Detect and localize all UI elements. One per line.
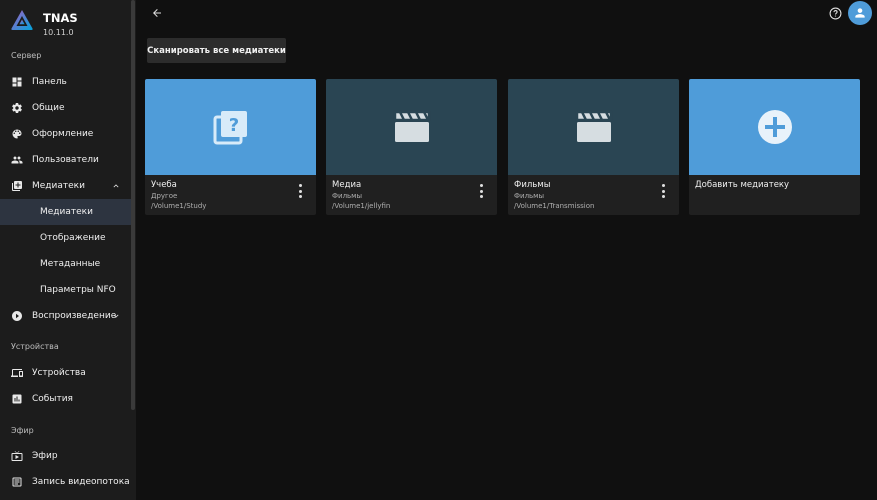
sidebar-item-label: Оформление — [32, 129, 94, 139]
sidebar-item-users[interactable]: Пользователи — [0, 147, 131, 173]
chart-icon — [11, 393, 23, 405]
arrow-back-icon — [153, 9, 161, 17]
library-type: Другое — [151, 192, 178, 200]
sidebar-item-label: События — [32, 394, 73, 404]
sidebar-item-metadata[interactable]: Метаданные — [0, 251, 131, 277]
sidebar-item-label: Отображение — [40, 233, 106, 243]
unknown-library-icon: ? — [213, 111, 247, 145]
settings-gear-icon — [11, 102, 23, 114]
library-card[interactable]: ? Учеба Другое /Volume1/Study — [145, 79, 316, 215]
library-card[interactable]: Медиа Фильмы /Volume1/jellyfin — [326, 79, 497, 215]
sidebar-item-label: Запись видеопотока — [32, 477, 130, 487]
more-vert-icon[interactable] — [478, 184, 484, 198]
sidebar-item-label: Устройства — [32, 368, 86, 378]
jellyfin-logo-icon — [11, 10, 33, 30]
sidebar-item-dvr[interactable]: Запись видеопотока — [0, 469, 131, 495]
server-version: 10.11.0 — [43, 28, 74, 37]
section-label-live: Эфир — [11, 426, 34, 435]
add-circle-icon — [757, 110, 792, 144]
sidebar-item-activity[interactable]: События — [0, 386, 131, 412]
sidebar-item-label: Панель — [32, 77, 67, 87]
sidebar-item-dashboard[interactable]: Панель — [0, 69, 131, 95]
scan-all-libraries-button[interactable]: Сканировать все медиатеки — [147, 38, 286, 63]
sidebar-item-label: Медиатеки — [32, 181, 85, 191]
sidebar-item-libraries[interactable]: Медиатеки — [0, 173, 131, 199]
library-path: /Volume1/Transmission — [514, 202, 595, 210]
help-button[interactable] — [829, 5, 845, 21]
library-add-icon — [11, 180, 23, 192]
dashboard-icon — [11, 76, 23, 88]
sidebar-item-playback[interactable]: Воспроизведение — [0, 303, 131, 329]
library-type: Фильмы — [332, 192, 362, 200]
library-card[interactable]: Фильмы Фильмы /Volume1/Transmission — [508, 79, 679, 215]
library-title: Учеба — [151, 180, 177, 190]
sidebar-item-label: Пользователи — [32, 155, 99, 165]
movie-clapperboard-icon — [393, 110, 430, 142]
chevron-up-icon — [111, 181, 121, 191]
devices-icon — [11, 367, 23, 379]
palette-icon — [11, 128, 23, 140]
user-avatar-button[interactable] — [848, 1, 872, 25]
sidebar-item-libraries-list[interactable]: Медиатеки — [0, 199, 131, 225]
sidebar-item-devices[interactable]: Устройства — [0, 360, 131, 386]
library-path: /Volume1/Study — [151, 202, 207, 210]
library-path: /Volume1/jellyfin — [332, 202, 391, 210]
people-icon — [11, 154, 23, 166]
library-card-image — [326, 79, 497, 175]
server-name: TNAS — [43, 11, 78, 25]
library-title: Фильмы — [514, 180, 551, 190]
sidebar-item-livetv[interactable]: Эфир — [0, 443, 131, 469]
more-vert-icon[interactable] — [297, 184, 303, 198]
sidebar-item-label: Метаданные — [40, 259, 101, 269]
back-button[interactable] — [148, 4, 166, 22]
sidebar-item-label: Эфир — [32, 451, 58, 461]
library-card-image — [508, 79, 679, 175]
movie-clapperboard-icon — [575, 110, 612, 142]
help-circle-icon — [829, 7, 842, 20]
library-title: Медиа — [332, 180, 362, 190]
chevron-down-icon — [111, 311, 121, 321]
more-vert-icon[interactable] — [660, 184, 666, 198]
library-type: Фильмы — [514, 192, 544, 200]
sidebar-item-label: Медиатеки — [40, 207, 93, 217]
sidebar-item-general[interactable]: Общие — [0, 95, 131, 121]
live-tv-icon — [11, 450, 23, 462]
add-library-card[interactable]: Добавить медиатеку — [689, 79, 860, 215]
sidebar-item-label: Параметры NFO — [40, 285, 116, 295]
library-card-image: ? — [145, 79, 316, 175]
sidebar-item-branding[interactable]: Оформление — [0, 121, 131, 147]
sidebar-item-nfo[interactable]: Параметры NFO — [0, 277, 131, 303]
library-card-image — [689, 79, 860, 175]
add-library-label: Добавить медиатеку — [695, 180, 790, 190]
brand[interactable]: TNAS 10.11.0 — [10, 8, 78, 37]
section-label-devices: Устройства — [11, 342, 59, 351]
play-circle-icon — [11, 310, 23, 322]
sidebar-item-label: Общие — [32, 103, 65, 113]
list-icon — [11, 476, 23, 488]
svg-text:?: ? — [228, 115, 238, 136]
sidebar-item-label: Воспроизведение — [32, 311, 117, 321]
person-icon — [855, 8, 865, 18]
sidebar: TNAS 10.11.0 Сервер Панель Общие Оформле… — [0, 0, 136, 500]
section-label-server: Сервер — [11, 51, 42, 60]
sidebar-scrollbar[interactable] — [131, 0, 135, 410]
sidebar-item-display[interactable]: Отображение — [0, 225, 131, 251]
